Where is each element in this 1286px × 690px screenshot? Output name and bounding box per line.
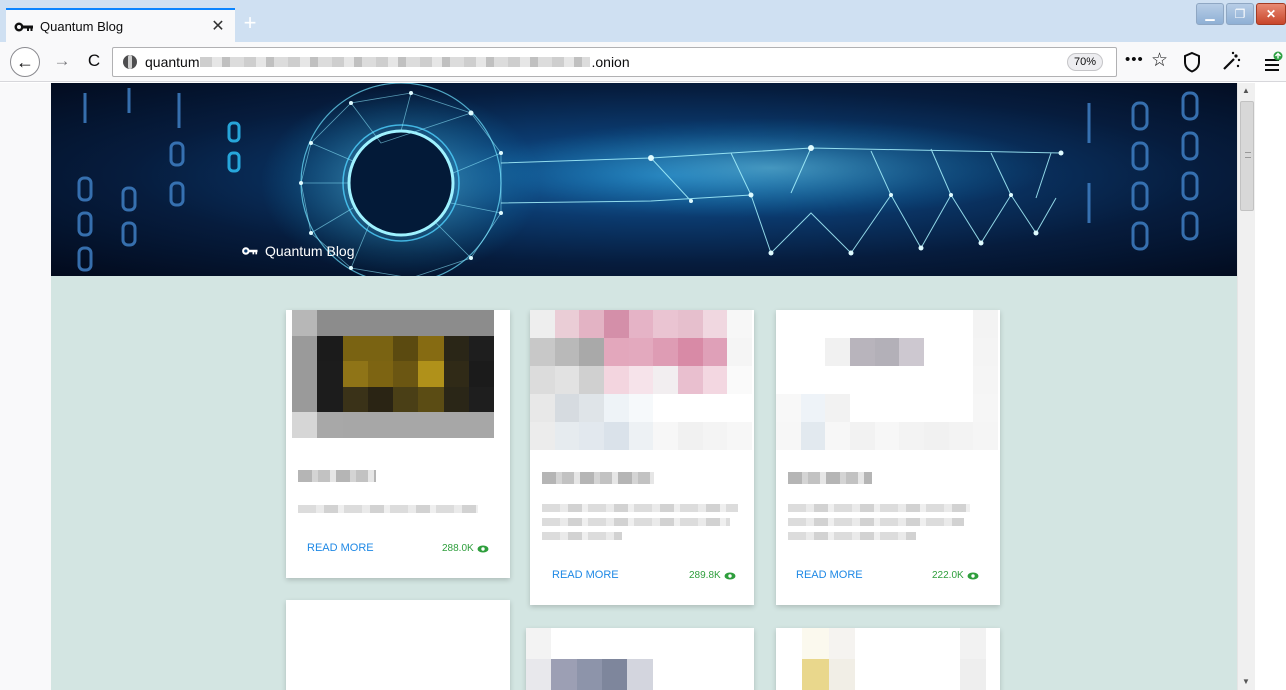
url-suffix: .onion	[591, 54, 630, 70]
navigation-toolbar: ← → C quantum .onion 70% ••• ☆	[0, 42, 1286, 82]
view-count: 222.0K	[932, 570, 979, 581]
menu-icon[interactable]	[1264, 51, 1284, 73]
card-excerpt-redacted	[542, 518, 730, 526]
view-count-value: 289.8K	[689, 570, 721, 581]
card-excerpt-redacted	[542, 504, 738, 512]
card-excerpt-redacted	[298, 505, 478, 513]
new-tab-button[interactable]: +	[238, 12, 262, 36]
read-more-link[interactable]: READ MORE	[796, 569, 863, 581]
blog-card[interactable]: READ MORE 289.8K	[530, 310, 754, 605]
onion-site-icon[interactable]	[123, 55, 137, 69]
scroll-up-arrow-icon[interactable]: ▲	[1242, 86, 1250, 95]
window-minimize-button[interactable]: ▁	[1196, 3, 1224, 25]
star-icon[interactable]: ☆	[1151, 49, 1168, 72]
card-title-redacted	[542, 472, 654, 484]
blog-card[interactable]	[526, 628, 754, 690]
grip-icon	[1245, 152, 1251, 158]
hero-title-text: Quantum Blog	[265, 243, 355, 259]
card-thumbnail[interactable]	[530, 310, 752, 450]
content-viewport: Quantum Blog READ MORE 288.0K READ MORE …	[0, 83, 1286, 690]
forward-button[interactable]: →	[50, 49, 74, 73]
eye-icon	[724, 572, 736, 579]
window-maximize-button[interactable]: ❐	[1226, 3, 1254, 25]
eye-icon	[967, 572, 979, 579]
card-excerpt-redacted	[542, 532, 622, 540]
view-count-value: 222.0K	[932, 570, 964, 581]
key-network-illustration	[77, 83, 1199, 276]
scroll-down-arrow-icon[interactable]: ▼	[1242, 677, 1250, 686]
key-icon	[14, 20, 34, 32]
card-excerpt-redacted	[788, 504, 970, 512]
blog-card[interactable]	[286, 600, 510, 690]
tor-icon[interactable]	[1220, 50, 1242, 77]
card-title-redacted	[298, 470, 376, 482]
card-thumbnail[interactable]	[526, 628, 754, 690]
view-count: 288.0K	[442, 543, 489, 554]
tab-title: Quantum Blog	[40, 18, 124, 34]
shield-icon[interactable]	[1182, 51, 1202, 73]
card-excerpt-redacted	[788, 518, 964, 526]
blog-card[interactable]: READ MORE 222.0K	[776, 310, 1000, 605]
window-edge	[1255, 83, 1286, 690]
card-thumbnail[interactable]	[292, 310, 494, 438]
blog-card[interactable]	[776, 628, 1000, 690]
view-count: 289.8K	[689, 570, 736, 581]
hero-site-title[interactable]: Quantum Blog	[241, 243, 355, 259]
vertical-scrollbar[interactable]: ▲ ▼	[1237, 83, 1255, 690]
tab-quantum-blog[interactable]: Quantum Blog ✕	[6, 8, 235, 42]
url-text: quantum .onion	[145, 54, 630, 70]
scrollbar-thumb[interactable]	[1240, 101, 1254, 211]
back-button[interactable]: ←	[10, 47, 40, 77]
hero-banner: Quantum Blog	[51, 83, 1237, 276]
more-icon[interactable]: •••	[1125, 51, 1144, 68]
read-more-link[interactable]: READ MORE	[307, 542, 374, 554]
eye-icon	[477, 545, 489, 552]
card-title-redacted	[788, 472, 872, 484]
tab-bar: Quantum Blog ✕ + ▁ ❐ ✕	[0, 0, 1286, 42]
blog-page: Quantum Blog READ MORE 288.0K READ MORE …	[51, 83, 1237, 690]
card-excerpt-redacted	[788, 532, 916, 540]
tab-close-icon[interactable]: ✕	[205, 13, 231, 39]
url-redacted-segment	[200, 57, 591, 67]
card-thumbnail[interactable]	[776, 310, 998, 450]
url-bar[interactable]: quantum .onion 70% ••• ☆	[112, 47, 1168, 77]
read-more-link[interactable]: READ MORE	[552, 569, 619, 581]
view-count-value: 288.0K	[442, 543, 474, 554]
key-icon	[242, 247, 258, 255]
blog-card[interactable]: READ MORE 288.0K	[286, 310, 510, 578]
reload-button[interactable]: C	[82, 49, 106, 73]
window-close-button[interactable]: ✕	[1256, 3, 1286, 25]
url-prefix: quantum	[145, 54, 200, 70]
card-thumbnail[interactable]	[776, 628, 986, 690]
zoom-level-badge[interactable]: 70%	[1067, 53, 1103, 71]
